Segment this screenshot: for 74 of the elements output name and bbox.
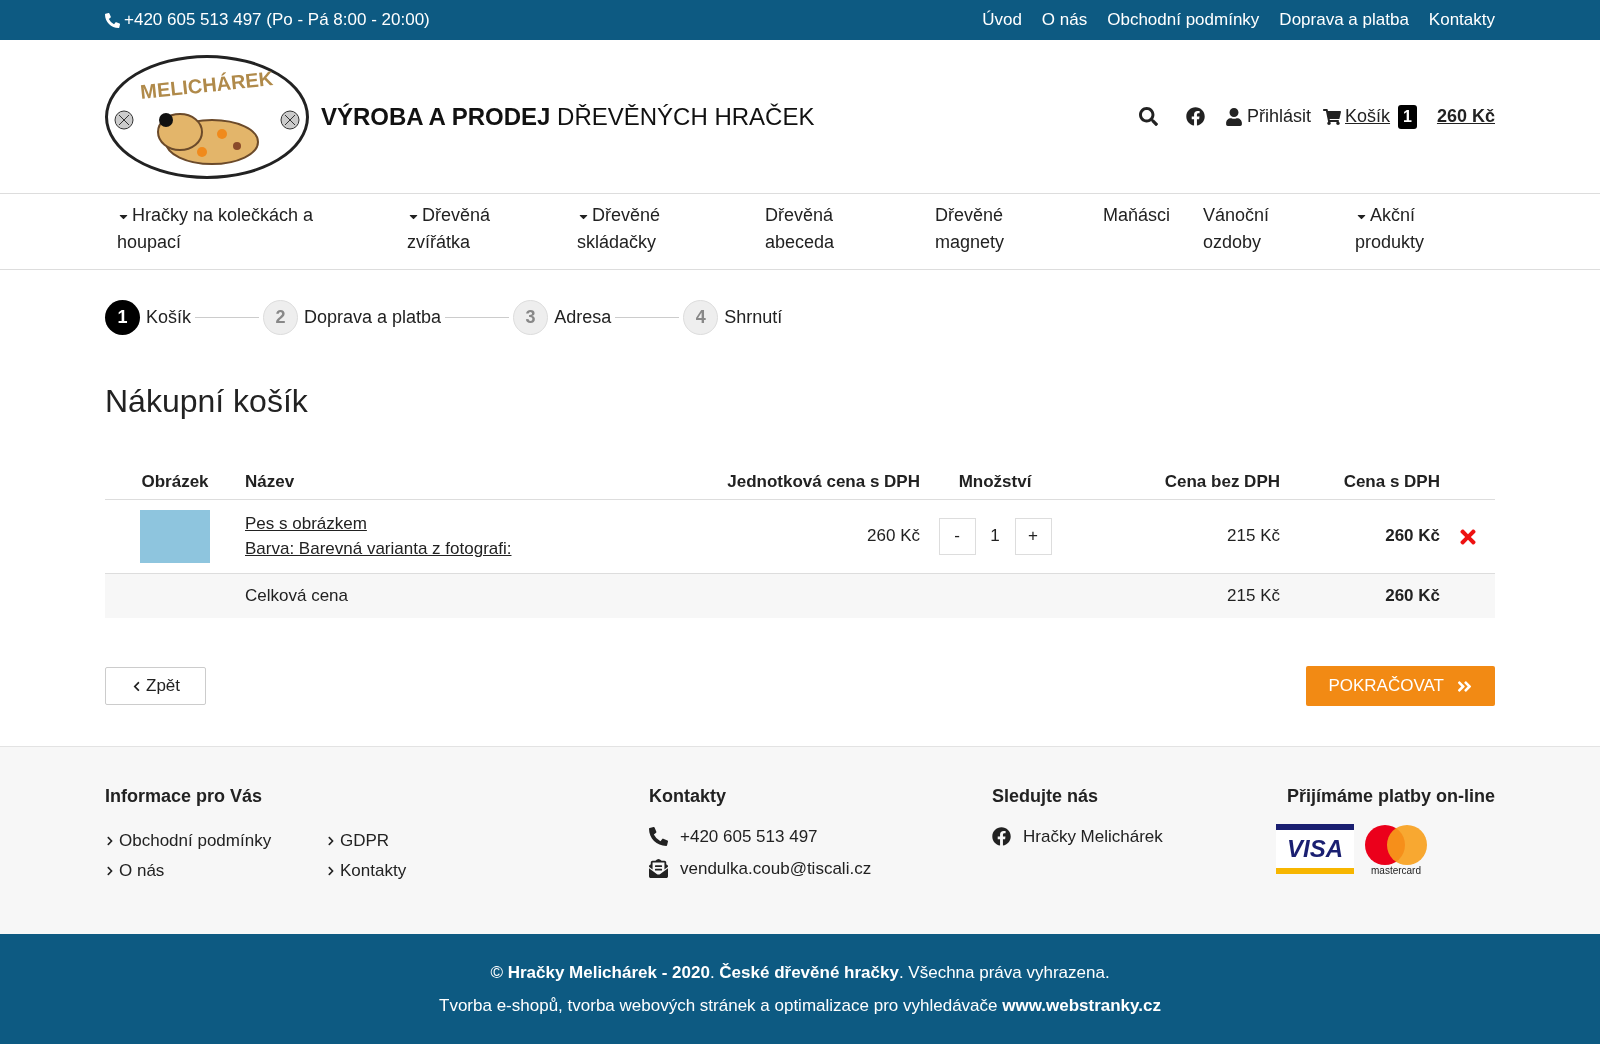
total-net: 215 Kč — [1070, 573, 1280, 618]
category-link[interactable]: Dřevěná zvířátka — [395, 202, 565, 256]
top-link[interactable]: O nás — [1041, 7, 1088, 33]
total-label: Celková cena — [245, 573, 660, 618]
category-link[interactable]: Hračky na kolečkách a houpací — [105, 202, 395, 256]
cart-total[interactable]: 260 Kč — [1436, 103, 1495, 130]
category-link[interactable]: Dřevěná abeceda — [753, 202, 923, 256]
credits-text: Tvorba e-shopů, tvorba webových stránek a optimalizace pro vyhledávače www.webstranky.cz — [439, 995, 1161, 1017]
phone-icon — [105, 12, 120, 28]
product-photo-placeholder — [140, 509, 210, 563]
chevron-icon — [326, 836, 336, 846]
cart-link[interactable]: Košík — [1323, 103, 1391, 130]
top-link[interactable]: Doprava a platba — [1279, 7, 1409, 33]
unit-price: 260 Kč — [660, 499, 920, 573]
visa-logo: VISA — [1276, 824, 1354, 874]
top-link[interactable]: Obchodní podmínky — [1107, 7, 1260, 33]
footer-link[interactable]: O nás — [105, 856, 165, 886]
footer-heading: Přijímáme platby on-line — [1285, 785, 1495, 808]
footer-heading: Sledujte nás — [992, 785, 1100, 808]
screw-icon — [114, 109, 134, 130]
price-gross: 260 Kč — [1280, 499, 1440, 573]
column-header: Jednotková cena s DPH — [660, 465, 920, 499]
back-button[interactable]: Zpět — [105, 667, 207, 705]
footer-link[interactable]: GDPR — [326, 826, 390, 856]
user-icon — [1225, 107, 1243, 126]
phone-hours: +420 605 513 497 (Po - Pá 8:00 - 20:00) — [124, 9, 430, 32]
logo-text: MELICHÁREK — [139, 65, 275, 105]
footer-link[interactable]: Obchodní podmínky — [105, 826, 272, 856]
price-net: 215 Kč — [1070, 499, 1280, 573]
checkout-step[interactable]: 4 Shrnutí — [683, 300, 783, 335]
column-header: Množství — [920, 465, 1070, 499]
column-header: Cena s DPH — [1280, 465, 1440, 499]
column-header: Obrázek — [105, 465, 245, 499]
contact-email[interactable]: vendulka.coub@tiscali.cz — [680, 855, 872, 881]
increase-button[interactable]: + — [1014, 517, 1052, 555]
footer-link[interactable]: Kontakty — [326, 856, 407, 886]
checkout-step[interactable]: 3 Adresa — [513, 300, 612, 335]
column-header: Cena bez DPH — [1070, 465, 1280, 499]
quantity-field[interactable]: 1 — [975, 523, 1015, 549]
search-icon[interactable] — [1139, 107, 1158, 126]
column-header: Název — [245, 465, 660, 499]
envelope-icon — [649, 858, 668, 878]
top-link[interactable]: Úvod — [982, 7, 1022, 33]
total-gross: 260 Kč — [1280, 573, 1440, 618]
checkout-step[interactable]: 2 Doprava a platba — [263, 300, 442, 335]
chevron-icon — [326, 866, 336, 876]
facebook-link[interactable]: Hračky Melichárek — [1023, 824, 1163, 850]
top-link[interactable]: Kontakty — [1428, 7, 1495, 33]
contact-phone: +420 605 513 497 — [680, 826, 818, 848]
chevron-left-icon — [131, 680, 142, 692]
facebook-icon[interactable] — [1186, 107, 1205, 126]
login-link[interactable]: Přihlásit — [1225, 103, 1311, 130]
cart-count-badge: 1 — [1398, 104, 1417, 129]
chevron-icon — [105, 836, 115, 846]
category-link[interactable]: Dřevěné skládačky — [565, 202, 753, 256]
checkout-step[interactable]: 1 Košík — [105, 300, 192, 335]
footer-heading: Kontakty — [649, 785, 727, 808]
category-link[interactable]: Dřevěné magnety — [923, 202, 1091, 256]
variant-link[interactable]: Barva: Barevná varianta z fotografi: — [245, 536, 512, 561]
mastercard-logo: mastercard — [1362, 824, 1430, 876]
page-title: Nákupní košík — [105, 382, 309, 421]
phone-icon — [649, 827, 668, 847]
footer-heading: Informace pro Vás — [105, 785, 264, 808]
site-tagline: VÝROBA A PRODEJ DŘEVĚNÝCH HRAČEK — [321, 101, 815, 132]
cart-icon — [1323, 107, 1341, 126]
screw-icon — [280, 109, 300, 130]
category-link[interactable]: Maňásci — [1091, 202, 1191, 229]
category-link[interactable]: Vánoční ozdoby — [1191, 202, 1343, 256]
copyright-text: © Hračky Melichárek - 2020. České dřevěné hračky. Všechna práva vyhrazena. — [490, 961, 1110, 984]
category-link[interactable]: Akční produkty — [1343, 202, 1495, 256]
product-link[interactable]: Pes s obrázkem — [245, 511, 367, 536]
facebook-icon — [992, 827, 1011, 847]
decrease-button[interactable]: - — [938, 517, 976, 555]
chevron-icon — [105, 866, 115, 876]
